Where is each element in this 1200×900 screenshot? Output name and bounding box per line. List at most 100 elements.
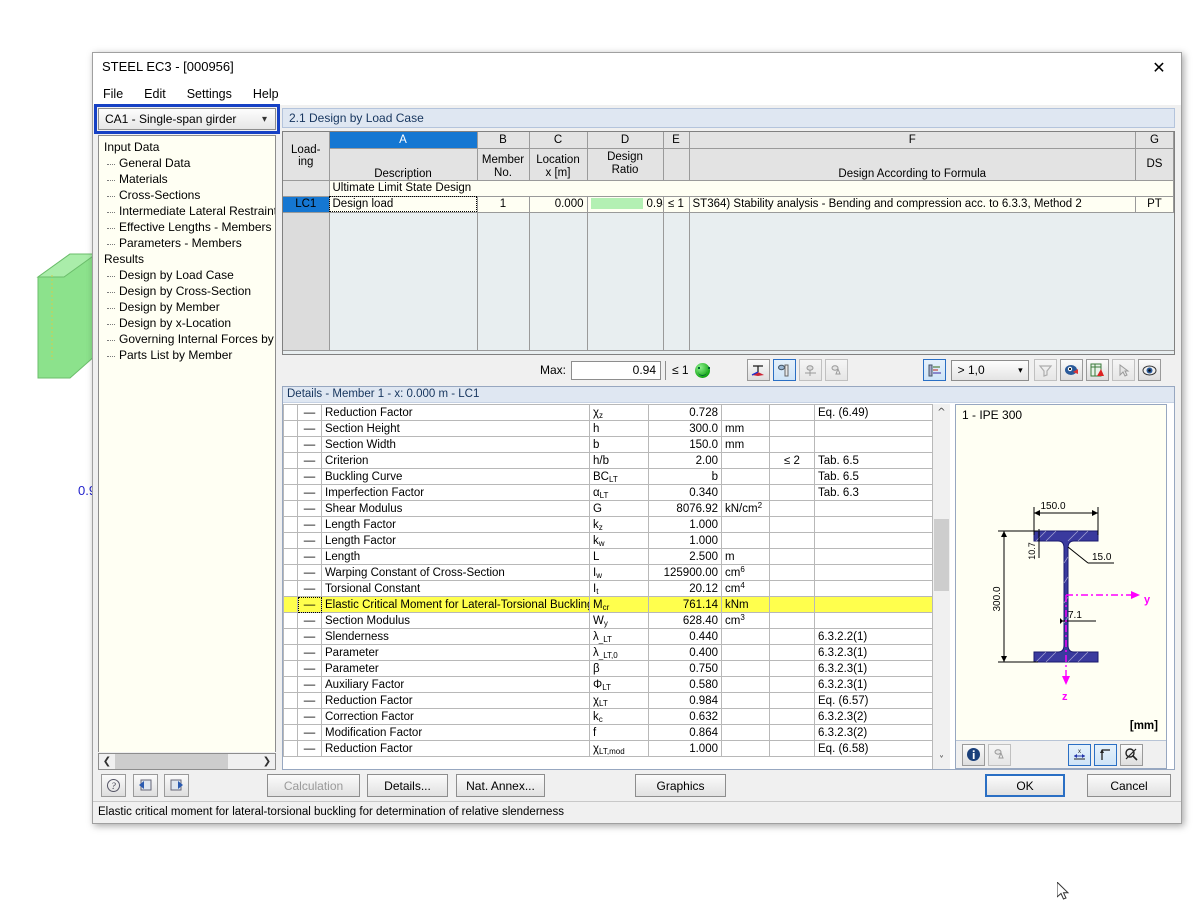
details-row[interactable]: — Length Factor kz 1.000 bbox=[283, 516, 932, 533]
info-icon[interactable] bbox=[962, 743, 985, 766]
excel-export-icon[interactable] bbox=[1085, 359, 1109, 381]
details-row-description[interactable]: Reduction Factor bbox=[321, 740, 590, 757]
details-row-description[interactable]: Length Factor bbox=[321, 532, 590, 549]
cell-location[interactable]: 0.000 bbox=[529, 196, 588, 213]
sidebar-item-parts-list-by-member[interactable]: Parts List by Member bbox=[99, 347, 275, 363]
details-row-description[interactable]: Length Factor bbox=[321, 516, 590, 533]
design-results-table[interactable]: Load-ing A B C D E F G Description Membe… bbox=[282, 131, 1175, 355]
details-row-value[interactable]: 2.00 bbox=[648, 452, 722, 469]
details-row-description[interactable]: Shear Modulus bbox=[321, 500, 590, 517]
details-row-value[interactable]: 0.340 bbox=[648, 484, 722, 501]
details-row-value[interactable]: b bbox=[648, 468, 722, 485]
details-row-value[interactable]: 0.728 bbox=[648, 404, 722, 421]
details-row-description[interactable]: Slenderness bbox=[321, 628, 590, 645]
filter-combo[interactable]: > 1,0 ▾ bbox=[950, 359, 1029, 381]
col-letter-c[interactable]: C bbox=[529, 132, 588, 149]
details-row[interactable]: — Section Width b 150.0 mm bbox=[283, 436, 932, 453]
details-row[interactable]: — Correction Factor kc 0.632 6.3.2.3(2) bbox=[283, 708, 932, 725]
scroll-up-icon[interactable]: ^ bbox=[933, 404, 950, 421]
next-icon[interactable] bbox=[164, 774, 189, 797]
details-row[interactable]: — Auxiliary Factor ΦLT 0.580 6.3.2.3(1) bbox=[283, 676, 932, 693]
details-row-description[interactable]: Length bbox=[321, 548, 590, 565]
details-row-value[interactable]: 0.984 bbox=[648, 692, 722, 709]
menu-settings[interactable]: Settings bbox=[185, 86, 234, 102]
details-row-value[interactable]: 0.580 bbox=[648, 676, 722, 693]
details-row-description[interactable]: Elastic Critical Moment for Lateral-Tors… bbox=[321, 596, 590, 613]
menu-edit[interactable]: Edit bbox=[142, 86, 168, 102]
print-icon[interactable] bbox=[988, 743, 1011, 766]
close-icon[interactable]: ✕ bbox=[1137, 53, 1181, 82]
axes-icon[interactable] bbox=[1094, 743, 1117, 766]
details-row[interactable]: — Criterion h/b 2.00 ≤ 2 Tab. 6.5 bbox=[283, 452, 932, 469]
chevron-down-icon[interactable]: ▾ bbox=[254, 109, 275, 129]
scroll-left-icon[interactable]: ❮ bbox=[99, 754, 115, 769]
details-row-value[interactable]: 150.0 bbox=[648, 436, 722, 453]
design-case-combo[interactable]: CA1 - Single-span girder ▾ bbox=[98, 108, 276, 130]
details-vertical-scrollbar[interactable]: ^ ˅ bbox=[932, 404, 950, 769]
details-row[interactable]: — Length L 2.500 m bbox=[283, 548, 932, 565]
tree-group-results[interactable]: Results bbox=[99, 251, 275, 267]
details-row[interactable]: — Section Height h 300.0 mm bbox=[283, 420, 932, 437]
sidebar-item-effective-lengths[interactable]: Effective Lengths - Members bbox=[99, 219, 275, 235]
details-row-value[interactable]: 1.000 bbox=[648, 532, 722, 549]
tree-group-input-data[interactable]: Input Data bbox=[99, 139, 275, 155]
details-row-value[interactable]: 1.000 bbox=[648, 740, 722, 757]
details-button[interactable]: Details... bbox=[367, 774, 448, 797]
details-row[interactable]: — Length Factor kw 1.000 bbox=[283, 532, 932, 549]
scrollbar-thumb[interactable] bbox=[934, 519, 949, 591]
details-row-value[interactable]: 8076.92 bbox=[648, 500, 722, 517]
col-letter-f[interactable]: F bbox=[689, 132, 1136, 149]
dimensions-icon[interactable]: x bbox=[1068, 743, 1091, 766]
details-row[interactable]: — Warping Constant of Cross-Section Iw 1259… bbox=[283, 564, 932, 581]
chevron-down-icon[interactable]: ▾ bbox=[1018, 365, 1023, 376]
sidebar-item-lateral-restraints[interactable]: Intermediate Lateral Restraints bbox=[99, 203, 275, 219]
cell-design-ratio[interactable]: 0.94 bbox=[587, 196, 664, 213]
details-row-value[interactable]: 0.400 bbox=[648, 644, 722, 661]
details-row-value[interactable]: 2.500 bbox=[648, 548, 722, 565]
previous-icon[interactable] bbox=[133, 774, 158, 797]
details-row-value[interactable]: 0.632 bbox=[648, 708, 722, 725]
details-row-description[interactable]: Imperfection Factor bbox=[321, 484, 590, 501]
details-row-value[interactable]: 125900.00 bbox=[648, 564, 722, 581]
table-row[interactable]: LC1 Design load 1 0.000 0.94 ≤ 1 ST364) … bbox=[283, 196, 1174, 213]
cancel-button[interactable]: Cancel bbox=[1087, 774, 1171, 797]
details-row-description[interactable]: Warping Constant of Cross-Section bbox=[321, 564, 590, 581]
details-row[interactable]: — Imperfection Factor αLT 0.340 Tab. 6.3 bbox=[283, 484, 932, 501]
col-letter-b[interactable]: B bbox=[477, 132, 530, 149]
cell-description[interactable]: Design load bbox=[329, 196, 478, 213]
details-row-value[interactable]: 300.0 bbox=[648, 420, 722, 437]
details-row[interactable]: — Reduction Factor χLT,mod 1.000 Eq. (6.58) bbox=[283, 740, 932, 757]
details-row-description[interactable]: Modification Factor bbox=[321, 724, 590, 741]
details-row-description[interactable]: Criterion bbox=[321, 452, 590, 469]
details-row[interactable]: — Reduction Factor χz 0.728 Eq. (6.49) bbox=[283, 404, 932, 421]
details-row-description[interactable]: Reduction Factor bbox=[321, 692, 590, 709]
details-row[interactable]: — Parameter λ_LT,0 0.400 6.3.2.3(1) bbox=[283, 644, 932, 661]
sidebar-item-materials[interactable]: Materials bbox=[99, 171, 275, 187]
sidebar-item-governing-internal-forces[interactable]: Governing Internal Forces by M bbox=[99, 331, 275, 347]
details-row-description[interactable]: Buckling Curve bbox=[321, 468, 590, 485]
ok-button[interactable]: OK bbox=[985, 774, 1065, 797]
col-letter-e[interactable]: E bbox=[663, 132, 690, 149]
visibility-icon[interactable] bbox=[1059, 359, 1083, 381]
relocate-icon[interactable] bbox=[798, 359, 822, 381]
navigator-horizontal-scrollbar[interactable]: ❮ ❯ bbox=[98, 753, 276, 770]
zoom-icon[interactable] bbox=[1120, 743, 1143, 766]
col-letter-g[interactable]: G bbox=[1135, 132, 1174, 149]
details-row-value[interactable]: 761.14 bbox=[648, 596, 722, 613]
cell-formula[interactable]: ST364) Stability analysis - Bending and … bbox=[689, 196, 1136, 213]
details-row-description[interactable]: Section Height bbox=[321, 420, 590, 437]
details-row-value[interactable]: 1.000 bbox=[648, 516, 722, 533]
details-row-value[interactable]: 628.40 bbox=[648, 612, 722, 629]
sidebar-item-design-by-x-location[interactable]: Design by x-Location bbox=[99, 315, 275, 331]
details-row[interactable]: — Section Modulus Wy 628.40 cm3 bbox=[283, 612, 932, 629]
color-bars-icon[interactable] bbox=[922, 359, 946, 381]
menu-file[interactable]: File bbox=[101, 86, 125, 102]
result-diagram-icon[interactable] bbox=[746, 359, 770, 381]
details-row[interactable]: — Shear Modulus G 8076.92 kN/cm2 bbox=[283, 500, 932, 517]
details-row[interactable]: — Modification Factor f 0.864 6.3.2.3(2) bbox=[283, 724, 932, 741]
details-row[interactable]: — Buckling Curve BCLT b Tab. 6.5 bbox=[283, 468, 932, 485]
cell-ds[interactable]: PT bbox=[1135, 196, 1174, 213]
scroll-right-icon[interactable]: ❯ bbox=[259, 754, 275, 769]
details-row-description[interactable]: Section Width bbox=[321, 436, 590, 453]
details-row[interactable]: — Parameter β 0.750 6.3.2.3(1) bbox=[283, 660, 932, 677]
